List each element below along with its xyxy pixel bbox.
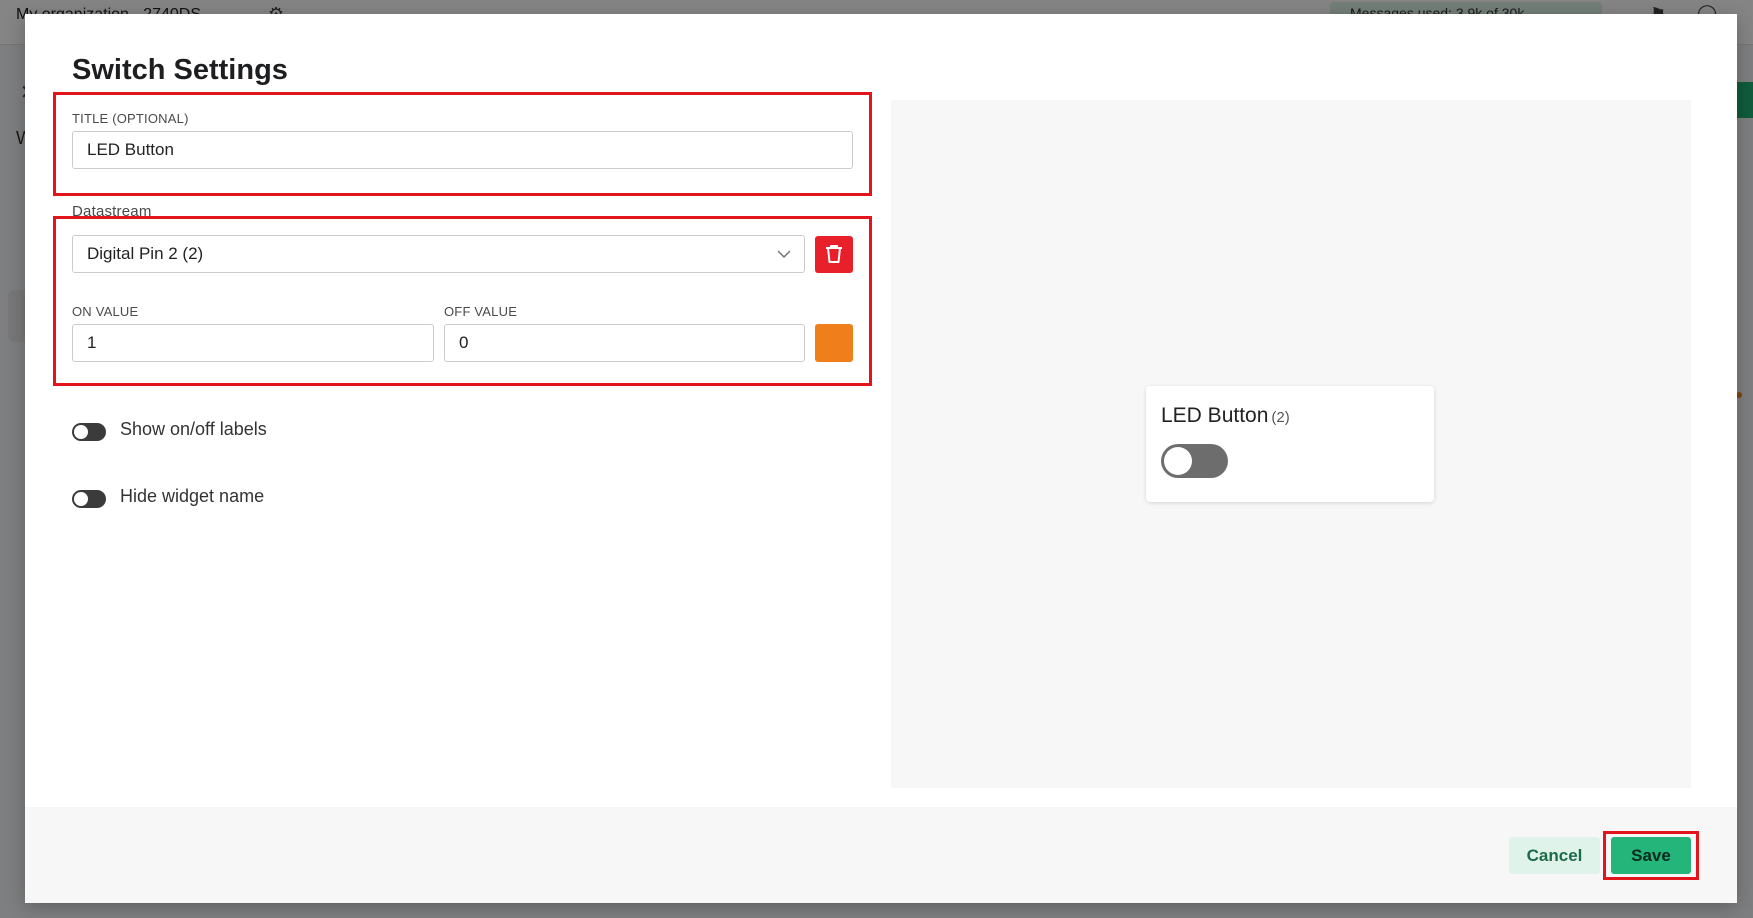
datastream-label: Datastream: [72, 203, 152, 220]
off-value-input[interactable]: [444, 324, 805, 362]
trash-icon: [826, 245, 842, 263]
on-value-input[interactable]: [72, 324, 434, 362]
toggle-knob: [74, 492, 88, 506]
switch-knob: [1164, 447, 1192, 475]
hide-name-toggle-row[interactable]: Hide widget name: [72, 486, 372, 514]
cancel-button[interactable]: Cancel: [1509, 837, 1600, 874]
color-picker-swatch[interactable]: [815, 324, 853, 362]
chevron-down-icon: [777, 250, 791, 259]
on-value-label: ON VALUE: [72, 304, 139, 319]
hide-name-text: Hide widget name: [120, 486, 265, 506]
switch-widget-preview: LED Button (2): [1146, 386, 1434, 502]
show-labels-text: Show on/off labels: [120, 419, 267, 439]
modal-footer: Cancel Save: [25, 807, 1737, 903]
title-input[interactable]: [72, 131, 853, 169]
save-button[interactable]: Save: [1611, 837, 1691, 874]
toggle-knob: [74, 425, 88, 439]
show-labels-toggle[interactable]: [72, 423, 106, 441]
widget-title: LED Button: [1161, 404, 1269, 427]
hide-name-toggle[interactable]: [72, 490, 106, 508]
off-value-label: OFF VALUE: [444, 304, 518, 319]
title-field-label: TITLE (OPTIONAL): [72, 111, 189, 126]
modal-title: Switch Settings: [72, 54, 288, 86]
widget-pin: (2): [1271, 409, 1290, 426]
datastream-selected-value: Digital Pin 2 (2): [87, 244, 204, 263]
widget-name: LED Button (2): [1161, 404, 1290, 428]
show-labels-toggle-row[interactable]: Show on/off labels: [72, 419, 372, 447]
switch-settings-modal: Switch Settings TITLE (OPTIONAL) Datastr…: [25, 14, 1737, 903]
datastream-select[interactable]: Digital Pin 2 (2): [72, 235, 805, 273]
delete-datastream-button[interactable]: [815, 236, 853, 273]
widget-switch[interactable]: [1161, 444, 1228, 478]
